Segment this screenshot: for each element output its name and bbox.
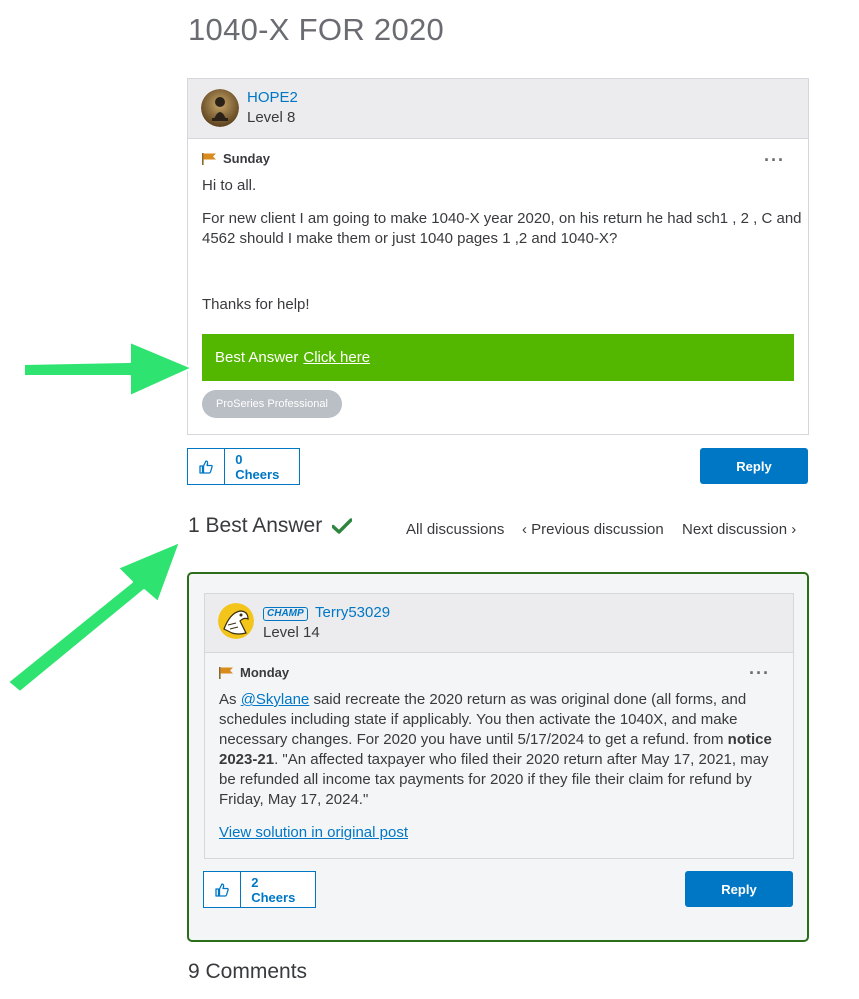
question-day: Sunday [223,151,270,166]
answer-text-prefix: As [219,691,241,708]
page-title: 1040-X FOR 2020 [188,12,445,47]
all-discussions-link[interactable]: All discussions [406,521,504,538]
best-answer-link[interactable]: Click here [303,349,370,366]
answer-author-header: CHAMP Terry53029 Level 14 [205,594,793,653]
label-tag-pill[interactable]: ProSeries Professional [202,390,342,418]
terry53029-avatar[interactable] [218,603,254,639]
question-cheers-count: 0 Cheers [235,451,280,482]
answer-more-options-icon[interactable]: ··· [749,664,770,682]
question-cheers-button[interactable]: 0 Cheers [187,448,300,485]
question-body-line-1: Hi to all. [202,177,257,194]
question-author-level: Level 8 [247,109,296,126]
question-body-line-2: For new client I am going to make 1040-X… [202,210,802,247]
next-discussion-link[interactable]: Next discussion › [682,521,796,538]
question-body-line-3: Thanks for help! [202,296,310,313]
answer-author-name[interactable]: Terry53029 [315,604,390,621]
champ-badge: CHAMP [263,607,308,621]
arrow-to-best-answer-heading-icon [7,541,181,693]
thumbs-up-icon[interactable] [188,449,226,484]
best-answer-heading: 1 Best Answer [188,514,353,538]
answer-cheers-count: 2 Cheers [251,874,296,905]
answer-body: As @Skylane said recreate the 2020 retur… [219,690,781,810]
hope2-avatar[interactable] [201,89,239,127]
best-answer-banner: Best Answer Click here [202,334,794,381]
previous-discussion-link[interactable]: ‹ Previous discussion [522,521,664,538]
best-answer-post: CHAMP Terry53029 Level 14 Monday ··· As … [204,593,794,859]
answer-day: Monday [240,665,290,680]
checkmark-icon [332,518,353,534]
question-author-header: HOPE2 Level 8 [188,79,808,139]
comments-heading: 9 Comments [188,960,308,983]
answer-author-level: Level 14 [263,624,320,641]
question-more-options-icon[interactable]: ··· [764,151,785,169]
flag-icon [219,666,233,679]
answer-post-meta: Monday [219,665,289,680]
view-solution-link[interactable]: View solution in original post [219,824,408,841]
arrow-to-best-answer-banner-icon [23,341,193,397]
answer-reply-button[interactable]: Reply [685,871,793,907]
flag-icon [202,152,216,165]
question-reply-button[interactable]: Reply [700,448,808,484]
question-post-meta: Sunday [202,151,270,166]
best-answer-count: 1 Best Answer [188,514,323,537]
thumbs-up-icon[interactable] [204,872,242,907]
answer-cheers-button[interactable]: 2 Cheers [203,871,316,908]
question-author-name[interactable]: HOPE2 [247,89,298,106]
best-answer-card: CHAMP Terry53029 Level 14 Monday ··· As … [187,572,809,942]
question-card: HOPE2 Level 8 Sunday ··· Hi to all. For … [187,78,809,435]
best-answer-label: Best Answer [215,349,299,366]
mention-link[interactable]: @Skylane [241,691,310,708]
answer-text-quote: . "An affected taxpayer who filed their … [219,751,769,808]
